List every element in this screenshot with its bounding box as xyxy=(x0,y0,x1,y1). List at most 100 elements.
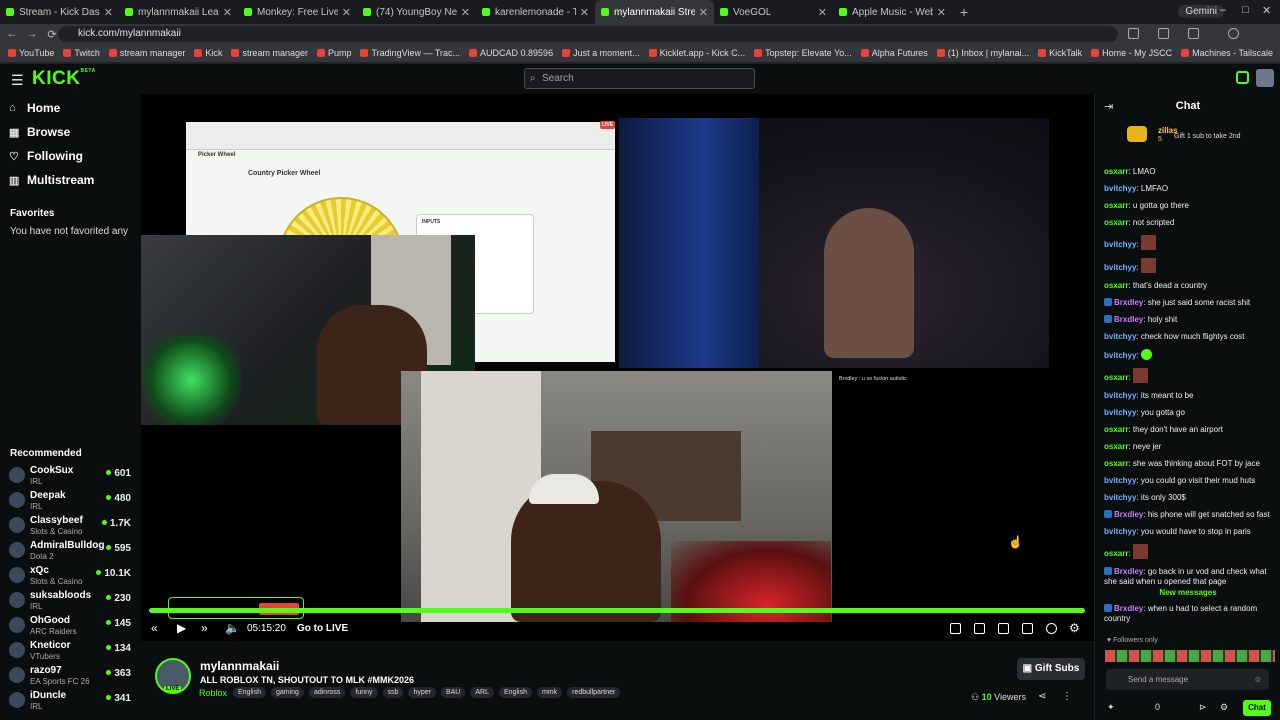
recommended-channel[interactable]: Deepak IRL 480 xyxy=(0,488,141,513)
game-link[interactable]: Roblox xyxy=(199,688,227,698)
go-to-live-button[interactable]: Go to LIVE xyxy=(297,623,348,634)
stream-tag[interactable]: redbullpartner xyxy=(567,687,621,698)
maximize-icon[interactable]: □ xyxy=(1242,4,1249,16)
gemini-button[interactable]: Gemini xyxy=(1178,5,1224,18)
recommended-channel[interactable]: iDuncle IRL 341 xyxy=(0,688,141,713)
chat-settings-icon[interactable]: ⚙ xyxy=(1220,702,1228,713)
chat-username[interactable]: osxarr xyxy=(1104,549,1128,558)
bookmark[interactable]: stream manager xyxy=(231,48,308,58)
bookmark[interactable]: KickTalk xyxy=(1038,48,1082,58)
share-icon[interactable]: ⋖ xyxy=(1038,691,1046,702)
browser-tab[interactable]: mylannmakaii Stream - Wa ✕ xyxy=(595,0,714,24)
chat-username[interactable]: bvitchyy xyxy=(1104,391,1136,400)
chat-username[interactable]: osxarr xyxy=(1104,218,1128,227)
sidebar-item-home[interactable]: ⌂ Home xyxy=(0,96,141,120)
more-icon[interactable]: ⋮ xyxy=(1062,691,1072,702)
browser-tab[interactable]: VoeGOL ✕ xyxy=(714,0,833,24)
bookmark[interactable]: Alpha Futures xyxy=(860,48,928,58)
browser-tab[interactable]: Apple Music - Web Player ✕ xyxy=(833,0,952,24)
stream-tag[interactable]: funny xyxy=(350,687,378,698)
tab-close-icon[interactable]: ✕ xyxy=(342,6,351,19)
tab-close-icon[interactable]: ✕ xyxy=(104,6,113,19)
chat-username[interactable]: bvitchyy xyxy=(1104,351,1136,360)
recommended-channel[interactable]: CookSux IRL 601 xyxy=(0,463,141,488)
back-icon[interactable]: ← xyxy=(4,28,20,40)
chat-username[interactable]: osxarr xyxy=(1104,281,1128,290)
theater-icon[interactable] xyxy=(998,623,1009,634)
download-icon[interactable] xyxy=(1188,28,1199,39)
chat-username[interactable]: bvitchyy xyxy=(1104,408,1136,417)
extension-icon[interactable] xyxy=(1128,28,1139,39)
quality-icon[interactable] xyxy=(1046,623,1057,634)
gift-subs-button[interactable]: ▣ Gift Subs xyxy=(1017,658,1085,680)
bookmark[interactable]: Just a moment... xyxy=(562,48,640,58)
bookmark[interactable]: Kicklet.app - Kick C... xyxy=(648,48,745,58)
emote-bar[interactable] xyxy=(1105,650,1275,662)
fullscreen-icon[interactable] xyxy=(1022,623,1033,634)
stream-tag[interactable]: gaming xyxy=(270,687,304,698)
clip-icon[interactable] xyxy=(950,623,961,634)
bookmark[interactable]: Topstep: Elevate Yo... xyxy=(754,48,852,58)
volume-icon[interactable]: 🔈 xyxy=(225,621,240,635)
bookmark[interactable]: Machines - Tailscale xyxy=(1181,48,1273,58)
recommended-channel[interactable]: xQc Slots & Casino 10.1K xyxy=(0,563,141,588)
tab-close-icon[interactable]: ✕ xyxy=(937,6,946,19)
chat-username[interactable]: osxarr xyxy=(1104,425,1128,434)
url-field[interactable]: kick.com/mylannmakaii xyxy=(58,26,1118,42)
forward-icon[interactable]: → xyxy=(24,28,40,40)
stream-tag[interactable]: English xyxy=(233,687,266,698)
stream-tag[interactable]: hyper xyxy=(408,687,436,698)
browser-tab[interactable]: mylannmakaii LeaderBoard | Th ✕ xyxy=(119,0,238,24)
recommended-channel[interactable]: AdmiralBulldog Dota 2 595 xyxy=(0,538,141,563)
sidebar-item-following[interactable]: ♡ Following xyxy=(0,144,141,168)
tab-close-icon[interactable]: ✕ xyxy=(699,6,708,19)
chat-username[interactable]: bvitchyy xyxy=(1104,476,1136,485)
bookmark[interactable]: AUDCAD 0.89596 xyxy=(469,48,553,58)
pip-icon[interactable] xyxy=(974,623,985,634)
chat-username[interactable]: bvitchyy xyxy=(1104,263,1136,272)
chat-username[interactable]: osxarr xyxy=(1104,442,1128,451)
recommended-channel[interactable]: Classybeef Slots & Casino 1.7K xyxy=(0,513,141,538)
bookmark[interactable]: Pump xyxy=(316,48,351,58)
chat-username[interactable]: bvitchyy xyxy=(1104,240,1136,249)
bookmark[interactable]: YouTube xyxy=(8,48,54,58)
recommended-channel[interactable]: Kneticor VTubers 134 xyxy=(0,638,141,663)
kick-logo[interactable]: KICKBETA xyxy=(32,68,96,90)
close-icon[interactable]: ✕ xyxy=(1262,4,1271,17)
user-avatar[interactable] xyxy=(1256,69,1274,87)
new-messages-divider[interactable]: New messages xyxy=(1095,588,1280,597)
menu-icon[interactable]: ☰ xyxy=(11,72,24,89)
notification-icon[interactable] xyxy=(1236,71,1249,84)
browser-tab[interactable]: Monkey: Free Live Video Chat - ✕ xyxy=(238,0,357,24)
emoji-icon[interactable]: ☺ xyxy=(1254,669,1262,690)
chat-username[interactable]: osxarr xyxy=(1104,459,1128,468)
search-input[interactable]: ⌕ Search xyxy=(524,68,755,89)
browser-tab[interactable]: (74) YoungBoy Never Broke Ag ✕ xyxy=(357,0,476,24)
settings-icon[interactable]: ⚙ xyxy=(1069,621,1080,635)
points-icon[interactable]: ✦ xyxy=(1107,702,1115,713)
chat-username[interactable]: osxarr xyxy=(1104,167,1128,176)
sidepanel-icon[interactable] xyxy=(1158,28,1169,39)
bookmark[interactable]: Twitch xyxy=(63,48,100,58)
recommended-channel[interactable]: razo97 EA Sports FC 26 363 xyxy=(0,663,141,688)
chat-username[interactable]: osxarr xyxy=(1104,373,1128,382)
chat-username[interactable]: Brxdley xyxy=(1114,298,1143,307)
stream-tag[interactable]: ARL xyxy=(470,687,494,698)
rewind-icon[interactable]: « xyxy=(151,621,158,635)
bookmark[interactable]: stream manager xyxy=(108,48,185,58)
bookmark[interactable]: (1) Inbox | mylanai... xyxy=(936,48,1029,58)
tab-close-icon[interactable]: ✕ xyxy=(580,6,589,19)
chat-username[interactable]: bvitchyy xyxy=(1104,527,1136,536)
tab-close-icon[interactable]: ✕ xyxy=(461,6,470,19)
chat-username[interactable]: Brxdley xyxy=(1114,604,1143,613)
stream-tag[interactable]: adinross xyxy=(308,687,346,698)
stream-tag[interactable]: mmk xyxy=(536,687,563,698)
profile-avatar[interactable] xyxy=(1228,28,1239,39)
send-message-input[interactable]: Send a message ☺ xyxy=(1106,669,1269,690)
video-player[interactable]: Picker Wheel Country Picker Wheel INPUTS… xyxy=(141,94,1094,641)
seek-bar[interactable] xyxy=(149,608,1085,613)
channel-name[interactable]: mylannmakaii xyxy=(200,659,279,673)
pin-icon[interactable]: ⊳ xyxy=(1199,702,1207,713)
forward-skip-icon[interactable]: » xyxy=(201,621,208,635)
sidebar-item-browse[interactable]: ▦ Browse xyxy=(0,120,141,144)
